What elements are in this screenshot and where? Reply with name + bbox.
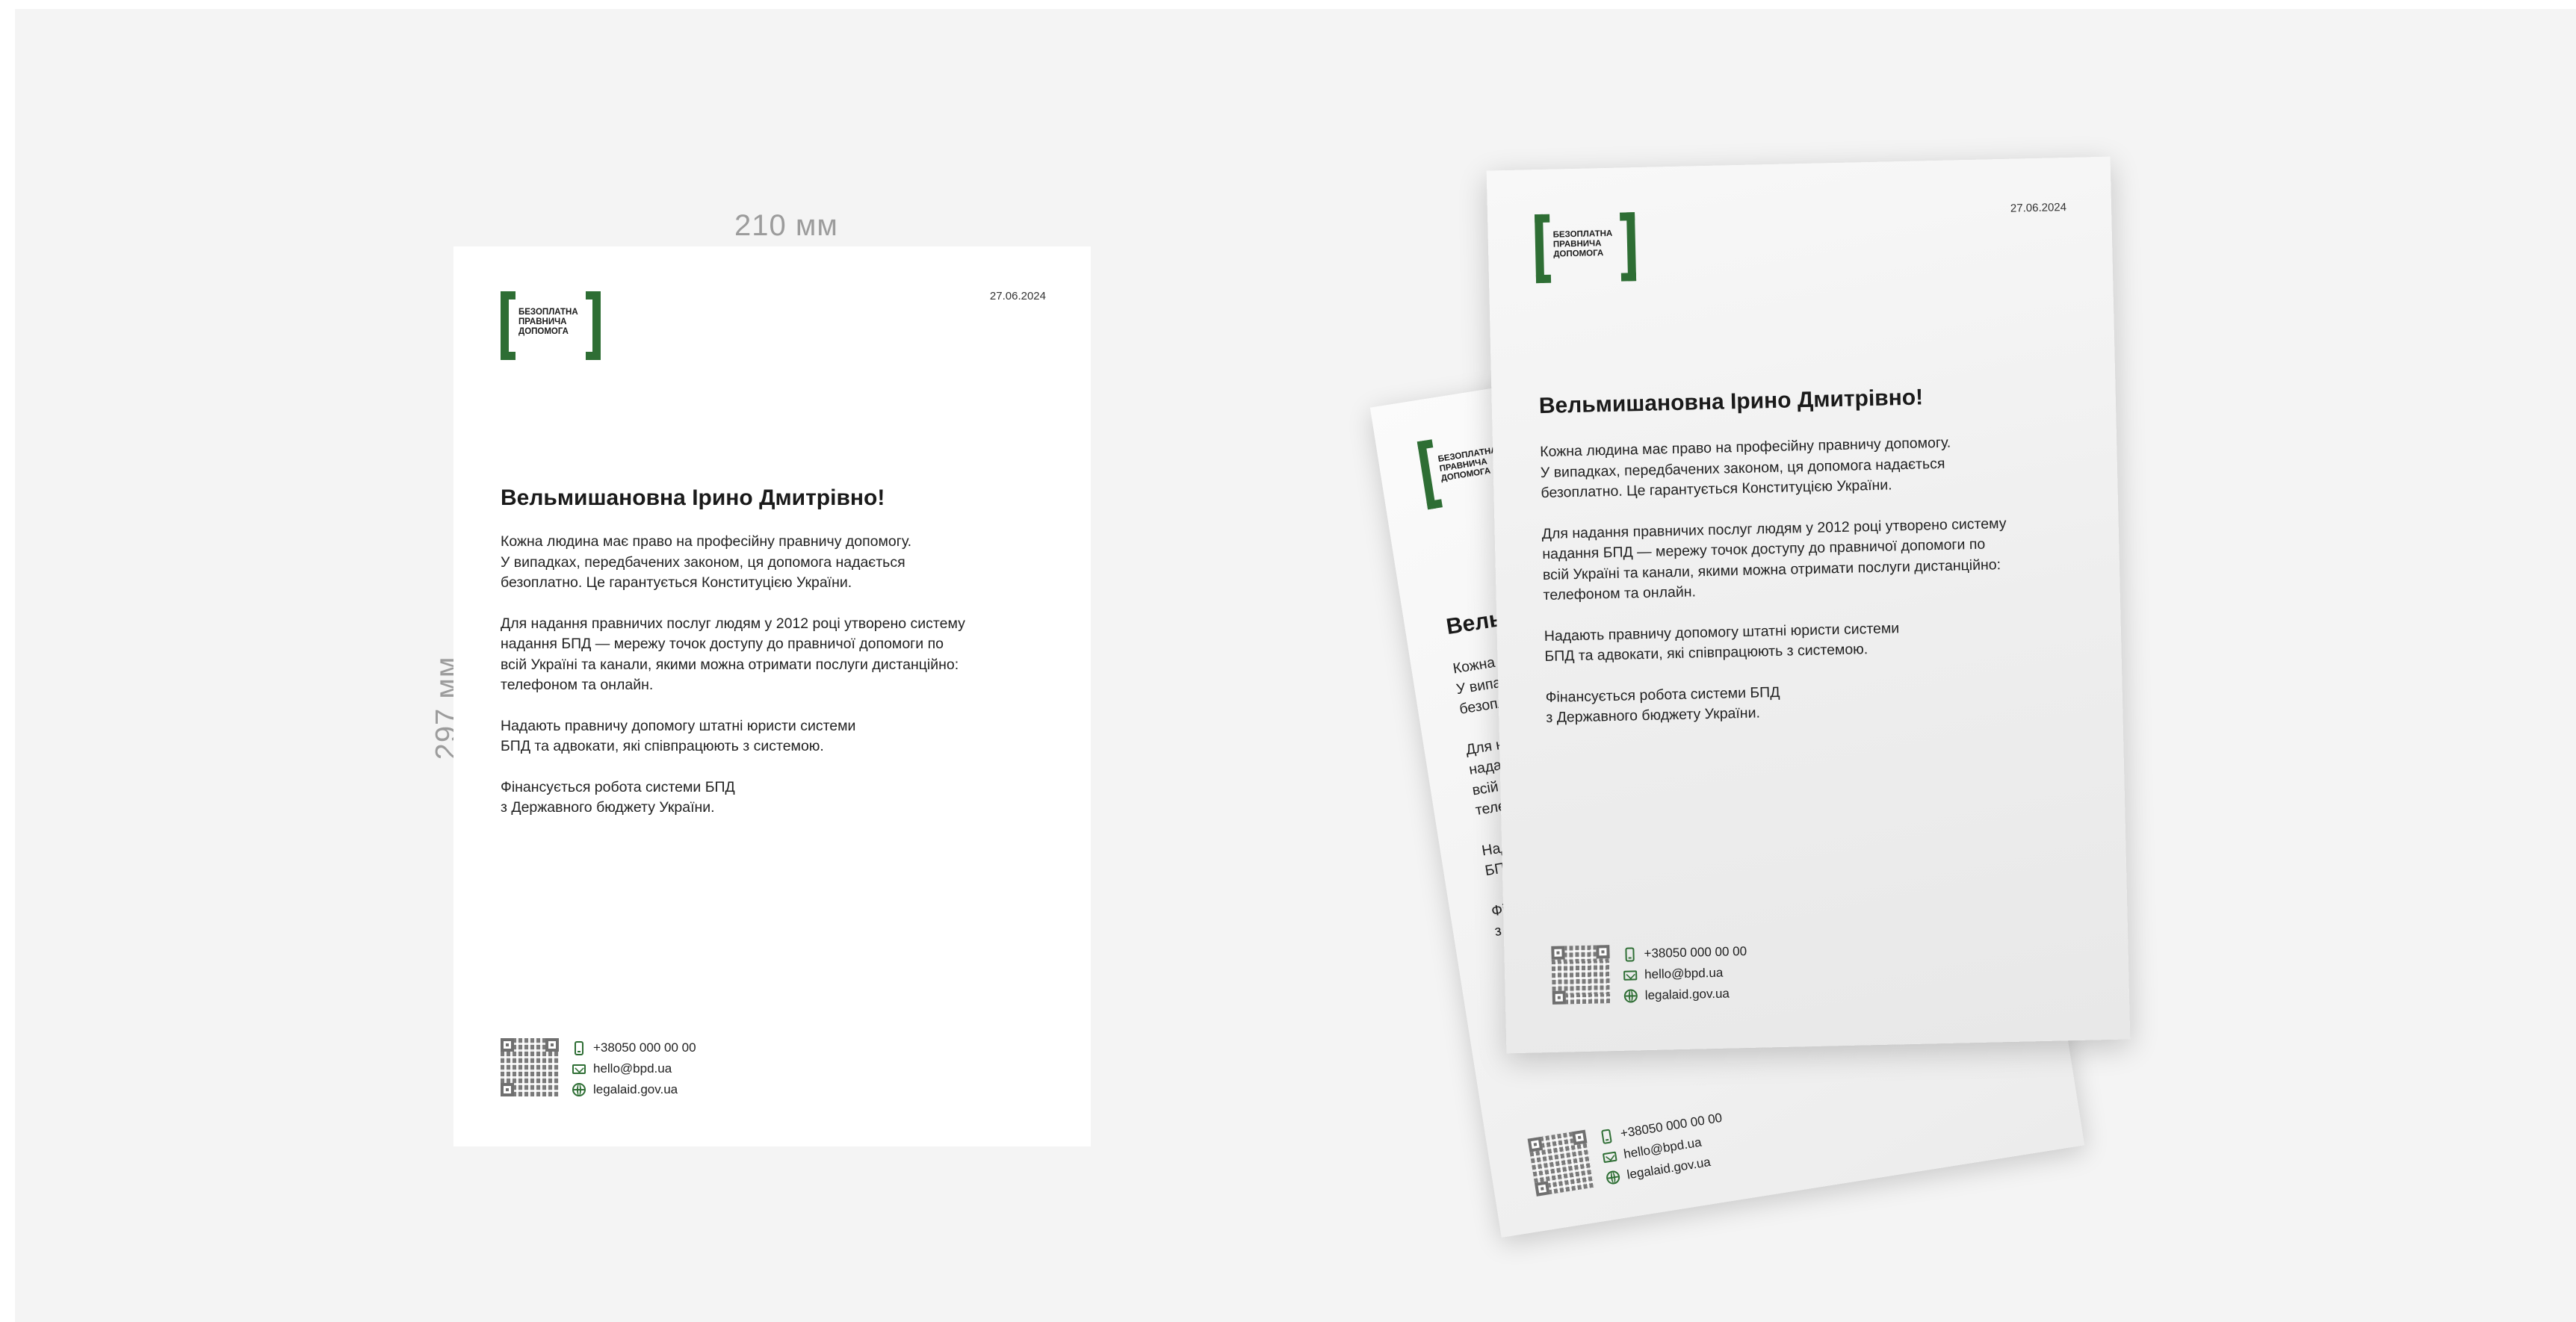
- contact-website: legalaid.gov.ua: [1623, 983, 1748, 1007]
- contact-phone: +38050 000 00 00: [572, 1037, 696, 1058]
- mail-icon: [1602, 1151, 1617, 1163]
- logo-line: БЕЗОПЛАТНА: [518, 308, 578, 317]
- letter-line: з Державного бюджету України.: [501, 799, 715, 816]
- bpd-logo: БЕЗОПЛАТНА ПРАВНИЧА ДОПОМОГА: [501, 291, 601, 360]
- mail-icon: [572, 1064, 586, 1074]
- letter-line: надання БПД — мережу точок доступу до пр…: [501, 636, 944, 652]
- logo-text: БЕЗОПЛАТНА ПРАВНИЧА ДОПОМОГА: [518, 308, 583, 337]
- logo-left-bracket: [501, 291, 515, 360]
- logo-left-bracket: [1417, 439, 1443, 510]
- letter-footer: +38050 000 00 00 hello@bpd.ua legalaid.g…: [1527, 1111, 1723, 1201]
- qr-code: [501, 1038, 559, 1096]
- email-text: hello@bpd.ua: [593, 1061, 672, 1076]
- qr-finder: [545, 1038, 559, 1052]
- letter-line: всій Україні та канали, якими можна отри…: [501, 656, 959, 673]
- letter-paragraph: Кожна людина має право на професійну пра…: [501, 532, 1068, 594]
- website-text: legalaid.gov.ua: [1644, 986, 1730, 1003]
- letter-line: Для надання правничих послуг людям у 201…: [501, 615, 965, 632]
- contact-phone: +38050 000 00 00: [1623, 941, 1747, 965]
- phone-icon: [1625, 946, 1635, 962]
- mail-icon: [1623, 969, 1638, 981]
- contact-email: hello@bpd.ua: [572, 1058, 696, 1079]
- letter-body: Кожна людина має право на професійну пра…: [501, 532, 1068, 839]
- website-text: legalaid.gov.ua: [593, 1082, 678, 1096]
- qr-finder: [501, 1038, 514, 1052]
- letter-paragraph: Надають правничу допомогу штатні юристи …: [1544, 613, 2113, 667]
- contact-email: hello@bpd.ua: [1623, 962, 1747, 986]
- qr-finder: [1535, 1181, 1550, 1197]
- letter-line: Надають правничу допомогу штатні юристи …: [501, 717, 856, 734]
- logo-line: БЕЗОПЛАТНА: [1552, 229, 1613, 240]
- qr-finder: [501, 1083, 514, 1096]
- contact-list: +38050 000 00 00 hello@bpd.ua legalaid.g…: [1623, 941, 1747, 1007]
- mockup-canvas: 210 мм 297 мм БЕЗОПЛАТНА ПРАВНИЧА ДОПОМО…: [15, 9, 2576, 1322]
- letter-line: телефоном та онлайн.: [501, 677, 654, 693]
- letter-date: 27.06.2024: [2010, 201, 2067, 215]
- globe-icon: [1623, 989, 1638, 1003]
- logo-right-bracket: [586, 291, 601, 360]
- letter-footer: +38050 000 00 00 hello@bpd.ua legalaid.g…: [1551, 944, 1747, 1009]
- qr-finder: [1551, 946, 1565, 960]
- letter-greeting: Вельмишановна Ірино Дмитрівно!: [501, 485, 885, 510]
- contact-list: +38050 000 00 00 hello@bpd.ua legalaid.g…: [572, 1037, 696, 1100]
- qr-finder: [1571, 1129, 1588, 1146]
- logo-line: ПРАВНИЧА: [518, 317, 567, 326]
- logo-right-bracket: [1620, 212, 1637, 282]
- letter-line: У випадках, передбачених законом, ця доп…: [501, 553, 905, 571]
- email-text: hello@bpd.ua: [1644, 965, 1724, 982]
- letter-paragraph: Для надання правничих послуг людям у 201…: [501, 614, 1068, 696]
- letterhead-sheet-middle: БЕЗОПЛАТНА ПРАВНИЧА ДОПОМОГА 27.06.2024 …: [1486, 156, 2131, 1054]
- qr-finder: [1552, 990, 1567, 1005]
- letter-paragraph: Надають правничу допомогу штатні юристи …: [501, 716, 1068, 757]
- logo-left-bracket: [1535, 214, 1552, 284]
- letter-line: БПД та адвокати, які співпрацюють з сист…: [501, 738, 824, 754]
- bpd-logo: БЕЗОПЛАТНА ПРАВНИЧА ДОПОМОГА: [1535, 212, 1637, 284]
- letter-paragraph: Фінансується робота системи БПД з Держав…: [1545, 674, 2114, 728]
- qr-code: [1551, 945, 1611, 1005]
- globe-icon: [1605, 1170, 1621, 1185]
- logo-line: ДОПОМОГА: [518, 327, 569, 336]
- letter-paragraph: Фінансується робота системи БПД з Держав…: [501, 778, 1068, 819]
- phone-icon: [1600, 1128, 1612, 1144]
- width-dimension-label: 210 мм: [734, 209, 838, 242]
- letter-greeting: Вельмишановна Ірино Дмитрівно!: [1538, 385, 1924, 419]
- globe-icon: [572, 1083, 586, 1096]
- phone-icon: [575, 1040, 583, 1055]
- qr-finder: [1596, 945, 1610, 959]
- letter-paragraph: Кожна людина має право на професійну пра…: [1540, 429, 2109, 504]
- contact-list: +38050 000 00 00 hello@bpd.ua legalaid.g…: [1598, 1108, 1730, 1189]
- letterhead-sheet: БЕЗОПЛАТНА ПРАВНИЧА ДОПОМОГА 27.06.2024 …: [453, 246, 1091, 1146]
- qr-finder: [1527, 1136, 1544, 1152]
- logo-text: БЕЗОПЛАТНА ПРАВНИЧА ДОПОМОГА: [1553, 229, 1618, 260]
- logo-line: ДОПОМОГА: [1553, 249, 1604, 259]
- letter-line: Фінансується робота системи БПД: [501, 778, 735, 795]
- letter-body: Кожна людина має право на професійну пра…: [1540, 429, 2114, 749]
- contact-website: legalaid.gov.ua: [572, 1079, 696, 1100]
- phone-text: +38050 000 00 00: [593, 1040, 696, 1055]
- letter-date: 27.06.2024: [989, 290, 1046, 302]
- letter-paragraph: Для надання правничих послуг людям у 201…: [1541, 511, 2111, 606]
- letter-line: безоплатно. Це гарантується Конституцією…: [501, 574, 852, 591]
- qr-code: [1527, 1129, 1594, 1197]
- letter-line: Кожна людина має право на професійну пра…: [501, 533, 912, 550]
- phone-text: +38050 000 00 00: [1644, 943, 1747, 961]
